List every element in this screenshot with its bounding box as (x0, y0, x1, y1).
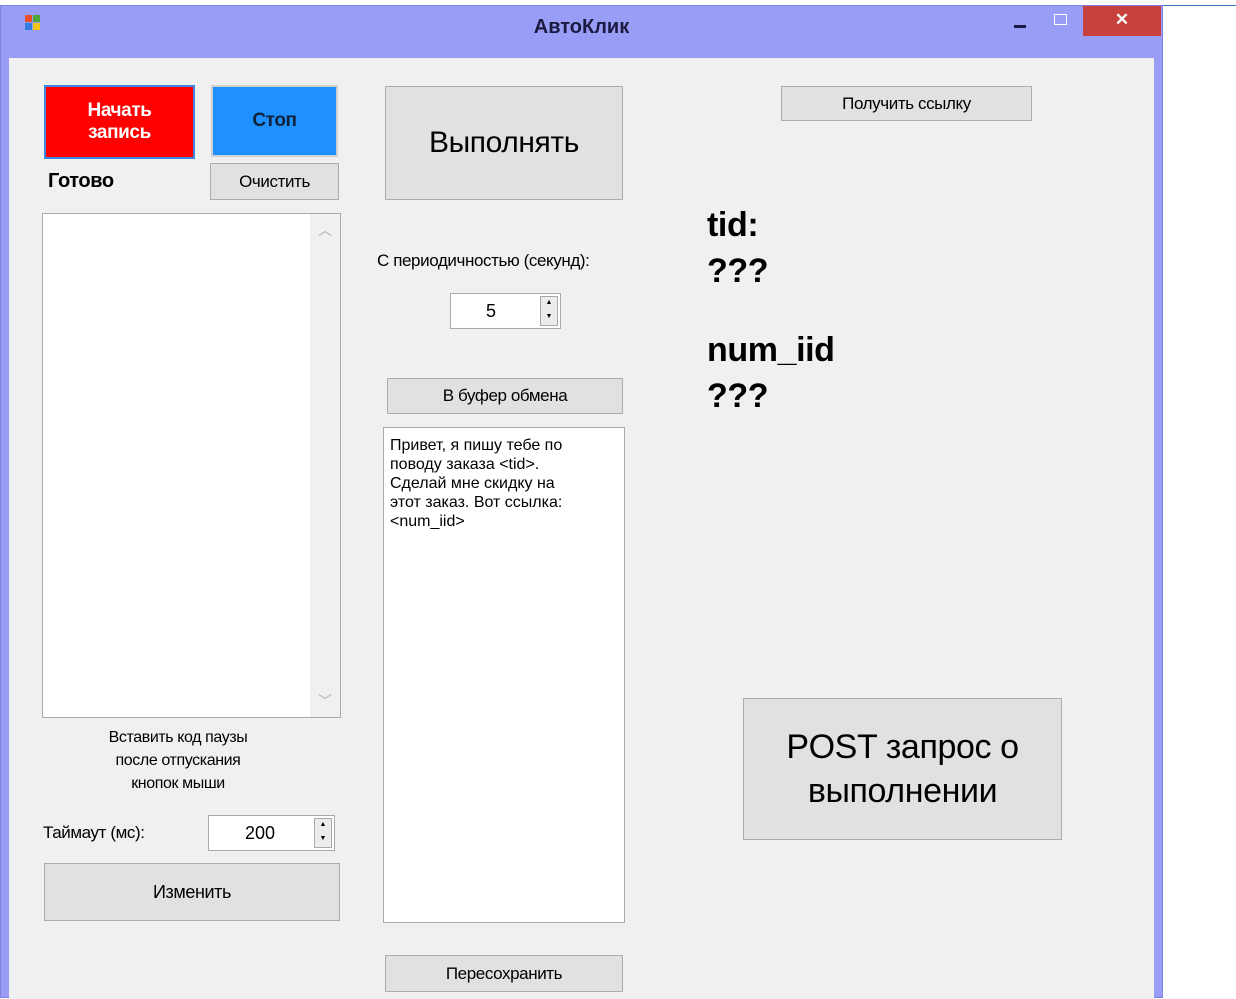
stop-button[interactable]: Стоп (211, 85, 338, 157)
desktop-edge-line (1163, 5, 1236, 6)
list-scrollbar[interactable]: ︿ ﹀ (310, 214, 340, 717)
start-record-button[interactable]: Начать запись (44, 85, 195, 159)
change-button[interactable]: Изменить (44, 863, 340, 921)
maximize-button[interactable] (1041, 6, 1079, 36)
start-record-label: Начать запись (87, 100, 152, 143)
scroll-up-icon[interactable]: ︿ (310, 220, 340, 240)
scroll-down-icon[interactable]: ﹀ (310, 691, 340, 711)
actions-list[interactable]: ︿ ﹀ (42, 213, 341, 718)
window-title: АвтоКлик (533, 16, 630, 38)
client-area: Начать запись Стоп Готово Очистить ︿ ﹀ В… (9, 58, 1154, 999)
status-text: Готово (48, 170, 114, 192)
timeout-spinner[interactable]: 200 ▲ ▼ (208, 815, 335, 851)
pause-code-label: Вставить код паузы после отпускания кноп… (108, 729, 248, 792)
spin-up-icon[interactable]: ▲ (315, 819, 331, 833)
clipboard-button[interactable]: В буфер обмена (387, 378, 623, 414)
get-link-label: Получить ссылку (842, 93, 971, 113)
app-window: АвтоКлик ✕ Начать запись Стоп Готово Очи… (0, 5, 1163, 999)
get-link-button[interactable]: Получить ссылку (781, 86, 1032, 121)
close-button[interactable]: ✕ (1083, 6, 1161, 36)
num-iid-value: ??? (707, 377, 769, 415)
period-spinner[interactable]: 5 ▲ ▼ (450, 293, 561, 329)
change-label: Изменить (153, 881, 231, 902)
post-request-button[interactable]: POST запрос о выполнении (743, 698, 1062, 840)
timeout-label: Таймаут (мс): (43, 823, 145, 842)
period-label: С периодичностью (секунд): (377, 251, 590, 270)
execute-button[interactable]: Выполнять (385, 86, 623, 200)
resave-button[interactable]: Пересохранить (385, 955, 623, 992)
message-textarea[interactable]: Привет, я пишу тебе по поводу заказа <ti… (383, 427, 625, 923)
tid-value: ??? (707, 252, 769, 290)
resave-label: Пересохранить (445, 963, 563, 983)
title-bar[interactable]: АвтоКлик ✕ (1, 6, 1162, 52)
spin-down-icon[interactable]: ▼ (315, 833, 331, 847)
close-icon: ✕ (1114, 10, 1130, 29)
timeout-value: 200 (244, 822, 276, 843)
tid-label: tid: (707, 206, 759, 244)
minimize-button[interactable] (1001, 6, 1039, 36)
spin-down-icon[interactable]: ▼ (541, 311, 557, 325)
clear-button[interactable]: Очистить (210, 163, 339, 200)
period-spin-buttons[interactable]: ▲ ▼ (540, 296, 558, 326)
stop-label: Стоп (252, 110, 297, 131)
execute-label: Выполнять (429, 126, 579, 159)
timeout-spin-buttons[interactable]: ▲ ▼ (314, 818, 332, 848)
clear-label: Очистить (239, 171, 310, 191)
spin-up-icon[interactable]: ▲ (541, 297, 557, 311)
period-value: 5 (485, 300, 496, 321)
post-request-label: POST запрос о выполнении (786, 728, 1019, 810)
clipboard-label: В буфер обмена (442, 386, 568, 405)
num-iid-label: num_iid (707, 331, 835, 369)
